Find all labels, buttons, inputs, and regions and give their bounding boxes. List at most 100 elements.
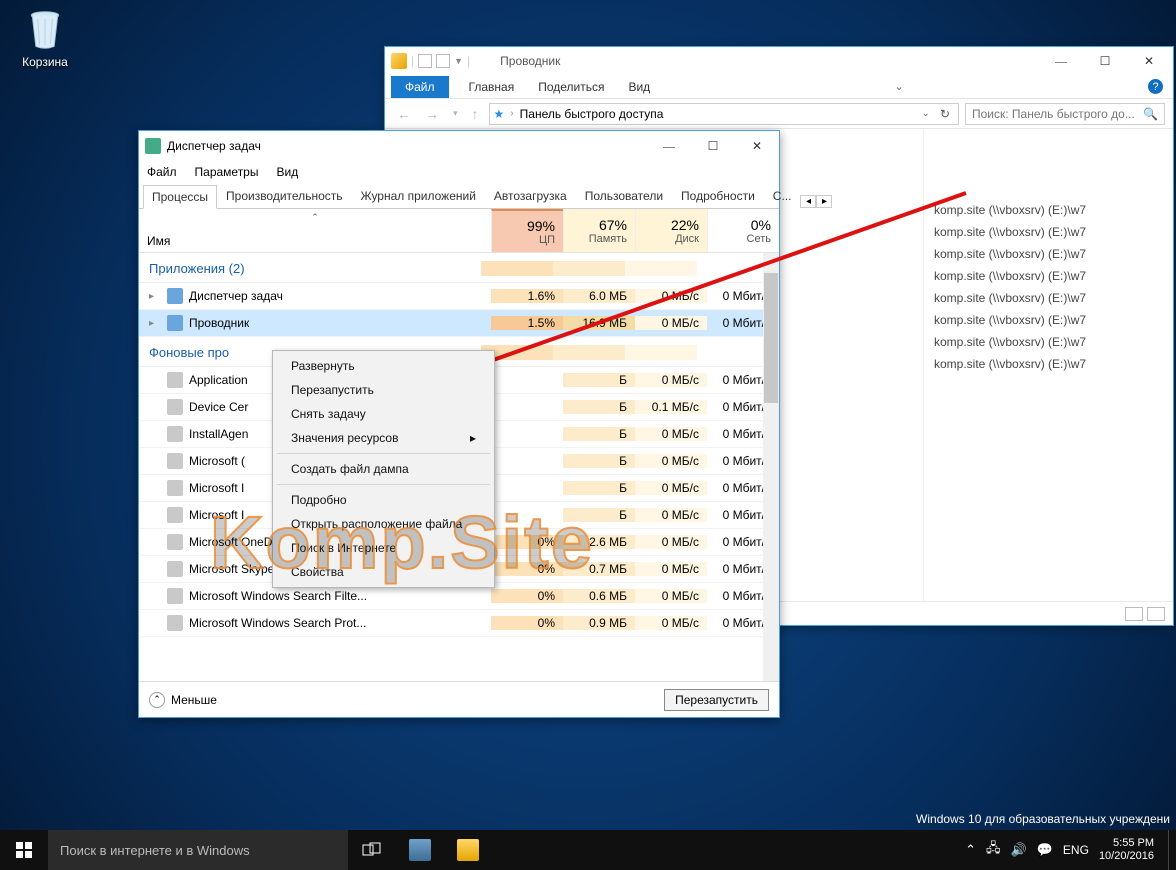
ribbon-tab-home[interactable]: Главная — [465, 76, 519, 98]
col-name[interactable]: ⌃ Имя — [139, 209, 491, 252]
col-network[interactable]: 0% Сеть — [707, 209, 779, 252]
ctx-restart[interactable]: Перезапустить — [273, 378, 494, 402]
clock[interactable]: 5:55 PM 10/20/2016 — [1099, 837, 1158, 863]
ctx-search-online[interactable]: Поиск в Интернете — [273, 536, 494, 560]
qat-item[interactable] — [436, 54, 450, 68]
tab-app-history[interactable]: Журнал приложений — [352, 184, 485, 208]
close-button[interactable]: ✕ — [735, 132, 779, 160]
recent-file[interactable]: komp.site (\\vboxsrv) (E:)\w7 — [924, 221, 1173, 243]
tm-tabs: Процессы Производительность Журнал прило… — [139, 183, 779, 209]
cell-mem: Б — [563, 427, 635, 441]
ribbon: Файл Главная Поделиться Вид ⌄ ? — [385, 75, 1173, 99]
tm-titlebar[interactable]: Диспетчер задач — ☐ ✕ — [139, 131, 779, 161]
search-icon[interactable]: 🔍 — [1143, 107, 1158, 121]
search-input[interactable]: 🔍 — [965, 103, 1165, 125]
fewer-details-button[interactable]: ⌃ Меньше — [149, 692, 217, 708]
search-field[interactable] — [972, 107, 1139, 121]
ribbon-tab-share[interactable]: Поделиться — [534, 76, 608, 98]
recent-file[interactable]: komp.site (\\vboxsrv) (E:)\w7 — [924, 353, 1173, 375]
recent-file[interactable]: komp.site (\\vboxsrv) (E:)\w7 — [924, 309, 1173, 331]
ctx-create-dump[interactable]: Создать файл дампа — [273, 457, 494, 481]
qat-dropdown[interactable]: ▼ — [454, 56, 463, 66]
explorer-titlebar[interactable]: | ▼ | Проводник — ☐ ✕ — [385, 47, 1173, 75]
taskbar-search[interactable]: Поиск в интернете и в Windows — [48, 830, 348, 870]
menu-file[interactable]: Файл — [147, 165, 177, 179]
table-row[interactable]: ▸Диспетчер задач1.6%6.0 МБ0 МБ/с0 Мбит/с — [139, 283, 779, 310]
col-cpu[interactable]: 99% ЦП — [491, 209, 563, 252]
recycle-bin-label: Корзина — [10, 55, 80, 69]
start-button[interactable] — [0, 830, 48, 870]
nav-history-icon[interactable]: ▾ — [449, 108, 462, 119]
ctx-details[interactable]: Подробно — [273, 488, 494, 512]
ctx-open-location[interactable]: Открыть расположение файла — [273, 512, 494, 536]
col-disk[interactable]: 22% Диск — [635, 209, 707, 252]
language-indicator[interactable]: ENG — [1063, 843, 1089, 857]
view-large-button[interactable] — [1147, 607, 1165, 621]
restart-button[interactable]: Перезапустить — [664, 689, 769, 711]
ctx-expand[interactable]: Развернуть — [273, 354, 494, 378]
maximize-button[interactable]: ☐ — [1083, 47, 1127, 75]
table-row[interactable]: Microsoft Windows Search Prot...0%0.9 МБ… — [139, 610, 779, 637]
tab-performance[interactable]: Производительность — [217, 184, 351, 208]
ribbon-tab-view[interactable]: Вид — [624, 76, 654, 98]
recent-file[interactable]: komp.site (\\vboxsrv) (E:)\w7 — [924, 199, 1173, 221]
address-dropdown-icon[interactable]: ⌄ — [922, 108, 930, 119]
cell-disk: 0 МБ/с — [635, 562, 707, 576]
ctx-properties[interactable]: Свойства — [273, 560, 494, 584]
cell-mem: Б — [563, 400, 635, 414]
tab-details[interactable]: Подробности — [672, 184, 764, 208]
ctx-separator — [277, 484, 490, 485]
scrollbar[interactable] — [763, 253, 779, 681]
recent-file[interactable]: komp.site (\\vboxsrv) (E:)\w7 — [924, 331, 1173, 353]
tab-processes[interactable]: Процессы — [143, 185, 217, 209]
tray-notifications-icon[interactable]: 💬 — [1037, 842, 1053, 858]
qat-item[interactable] — [418, 54, 432, 68]
taskbar-app-taskmgr[interactable] — [396, 830, 444, 870]
process-name: Device Cer — [189, 400, 248, 414]
expand-icon[interactable]: ▸ — [149, 291, 154, 302]
tab-scroll-left[interactable]: ◂ — [800, 195, 816, 208]
tab-services[interactable]: С... — [764, 184, 801, 208]
recent-file[interactable]: komp.site (\\vboxsrv) (E:)\w7 — [924, 243, 1173, 265]
recycle-bin[interactable]: Корзина — [10, 8, 80, 69]
tray-show-hidden-icon[interactable]: ⌃ — [965, 842, 976, 858]
scrollbar-thumb[interactable] — [764, 273, 778, 403]
refresh-icon[interactable]: ↻ — [936, 107, 954, 121]
ctx-resource-values[interactable]: Значения ресурсов ▸ — [273, 426, 494, 450]
nav-back-icon[interactable]: ← — [393, 106, 415, 122]
nav-up-icon[interactable]: ↑ — [468, 106, 483, 122]
taskbar: Поиск в интернете и в Windows ⌃ 🖧 🔊 💬 EN… — [0, 830, 1176, 870]
table-row[interactable]: ▸Проводник1.5%16.9 МБ0 МБ/с0 Мбит/с — [139, 310, 779, 337]
view-details-button[interactable] — [1125, 607, 1143, 621]
cell-mem: Б — [563, 373, 635, 387]
address-text: Панель быстрого доступа — [520, 107, 664, 121]
address-field[interactable]: ★ › Панель быстрого доступа ⌄ ↻ — [489, 103, 959, 125]
minimize-button[interactable]: — — [1039, 47, 1083, 75]
nav-forward-icon[interactable]: → — [421, 106, 443, 122]
tab-users[interactable]: Пользователи — [576, 184, 672, 208]
recent-file[interactable]: komp.site (\\vboxsrv) (E:)\w7 — [924, 287, 1173, 309]
close-button[interactable]: ✕ — [1127, 47, 1171, 75]
task-view-button[interactable] — [348, 830, 396, 870]
show-desktop-button[interactable] — [1168, 830, 1174, 870]
recent-file[interactable]: komp.site (\\vboxsrv) (E:)\w7 — [924, 265, 1173, 287]
menu-view[interactable]: Вид — [276, 165, 298, 179]
ctx-separator — [277, 453, 490, 454]
tab-startup[interactable]: Автозагрузка — [485, 184, 576, 208]
file-tab[interactable]: Файл — [391, 76, 449, 98]
maximize-button[interactable]: ☐ — [691, 132, 735, 160]
minimize-button[interactable]: — — [647, 132, 691, 160]
tray-network-icon[interactable]: 🖧 — [986, 839, 1001, 861]
menu-options[interactable]: Параметры — [195, 165, 259, 179]
cell-disk: 0 МБ/с — [635, 508, 707, 522]
col-memory[interactable]: 67% Память — [563, 209, 635, 252]
ctx-end-task[interactable]: Снять задачу — [273, 402, 494, 426]
tray-volume-icon[interactable]: 🔊 — [1011, 842, 1027, 858]
expand-icon[interactable]: ▸ — [149, 318, 154, 329]
help-icon[interactable]: ? — [1148, 79, 1163, 94]
tab-scroll-right[interactable]: ▸ — [816, 195, 832, 208]
cell-disk: 0 МБ/с — [635, 454, 707, 468]
taskbar-app-explorer[interactable] — [444, 830, 492, 870]
process-icon — [167, 480, 183, 496]
ribbon-collapse-icon[interactable]: ⌄ — [894, 80, 903, 93]
